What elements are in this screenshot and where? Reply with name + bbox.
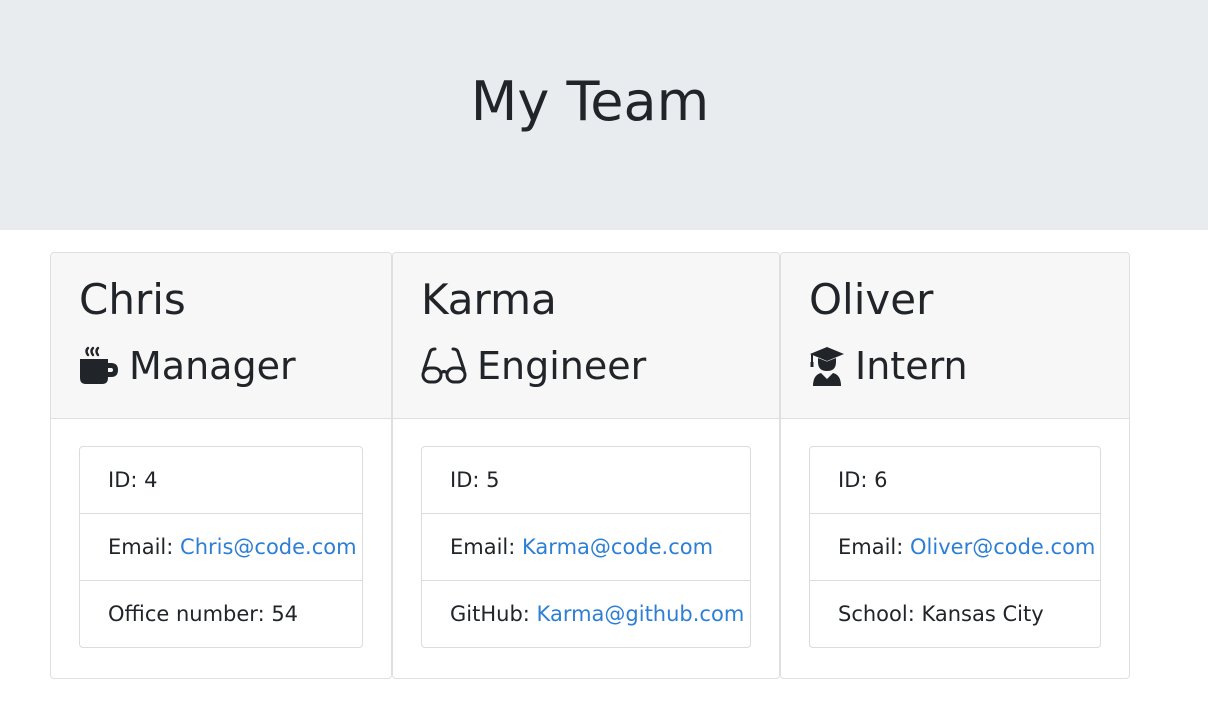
- list-item-id: ID: 4: [80, 447, 362, 514]
- list-item-office-number: Office number: 54: [80, 581, 362, 647]
- jumbotron-header: My Team: [0, 0, 1208, 230]
- list-item-email: Email: Chris@code.com: [80, 514, 362, 581]
- role-label: Manager: [129, 344, 296, 388]
- email-label: Email:: [108, 535, 174, 559]
- employee-name: Oliver: [809, 275, 934, 324]
- email-label: Email:: [450, 535, 516, 559]
- office-number-text: Office number: 54: [108, 602, 299, 626]
- list-item-id: ID: 6: [810, 447, 1100, 514]
- employee-name: Chris: [79, 275, 186, 324]
- list-item-email: Email: Oliver@code.com: [810, 514, 1100, 581]
- email-label: Email:: [838, 535, 904, 559]
- graduate-icon: [810, 347, 844, 386]
- employee-role: Engineer: [421, 341, 646, 391]
- employee-info-list: ID: 4 Email: Chris@code.com Office numbe…: [79, 446, 363, 648]
- glasses-icon: [421, 347, 467, 384]
- employee-info-list: ID: 6 Email: Oliver@code.com School: Kan…: [809, 446, 1101, 648]
- email-link[interactable]: Karma@code.com: [522, 535, 713, 559]
- github-label: GitHub:: [450, 602, 530, 626]
- coffee-mug-icon: [80, 346, 118, 384]
- employee-card-manager: Chris Manager ID: 4 Email: Chris@code.co…: [50, 252, 392, 679]
- id-text: ID: 6: [838, 468, 888, 492]
- employee-card-engineer: Karma Engineer ID: 5 Email: Karma@code.c…: [392, 252, 780, 679]
- github-link[interactable]: Karma@github.com: [537, 602, 745, 626]
- list-item-email: Email: Karma@code.com: [422, 514, 750, 581]
- card-header: Oliver Intern: [781, 253, 1129, 419]
- role-label: Engineer: [477, 344, 647, 388]
- list-item-school: School: Kansas City: [810, 581, 1100, 647]
- id-text: ID: 4: [108, 468, 158, 492]
- employee-name: Karma: [421, 275, 557, 324]
- page-title: My Team: [470, 70, 710, 133]
- card-header: Karma Engineer: [393, 253, 779, 419]
- employee-role: Intern: [809, 341, 968, 391]
- card-header: Chris Manager: [51, 253, 391, 419]
- list-item-github: GitHub: Karma@github.com: [422, 581, 750, 647]
- list-item-id: ID: 5: [422, 447, 750, 514]
- employee-info-list: ID: 5 Email: Karma@code.com GitHub: Karm…: [421, 446, 751, 648]
- email-link[interactable]: Chris@code.com: [180, 535, 357, 559]
- school-text: School: Kansas City: [838, 602, 1044, 626]
- role-label: Intern: [855, 344, 968, 388]
- email-link[interactable]: Oliver@code.com: [910, 535, 1095, 559]
- employee-card-intern: Oliver Intern ID: 6 Email: Oliver@code.c…: [780, 252, 1130, 679]
- employee-role: Manager: [79, 341, 296, 391]
- id-text: ID: 5: [450, 468, 500, 492]
